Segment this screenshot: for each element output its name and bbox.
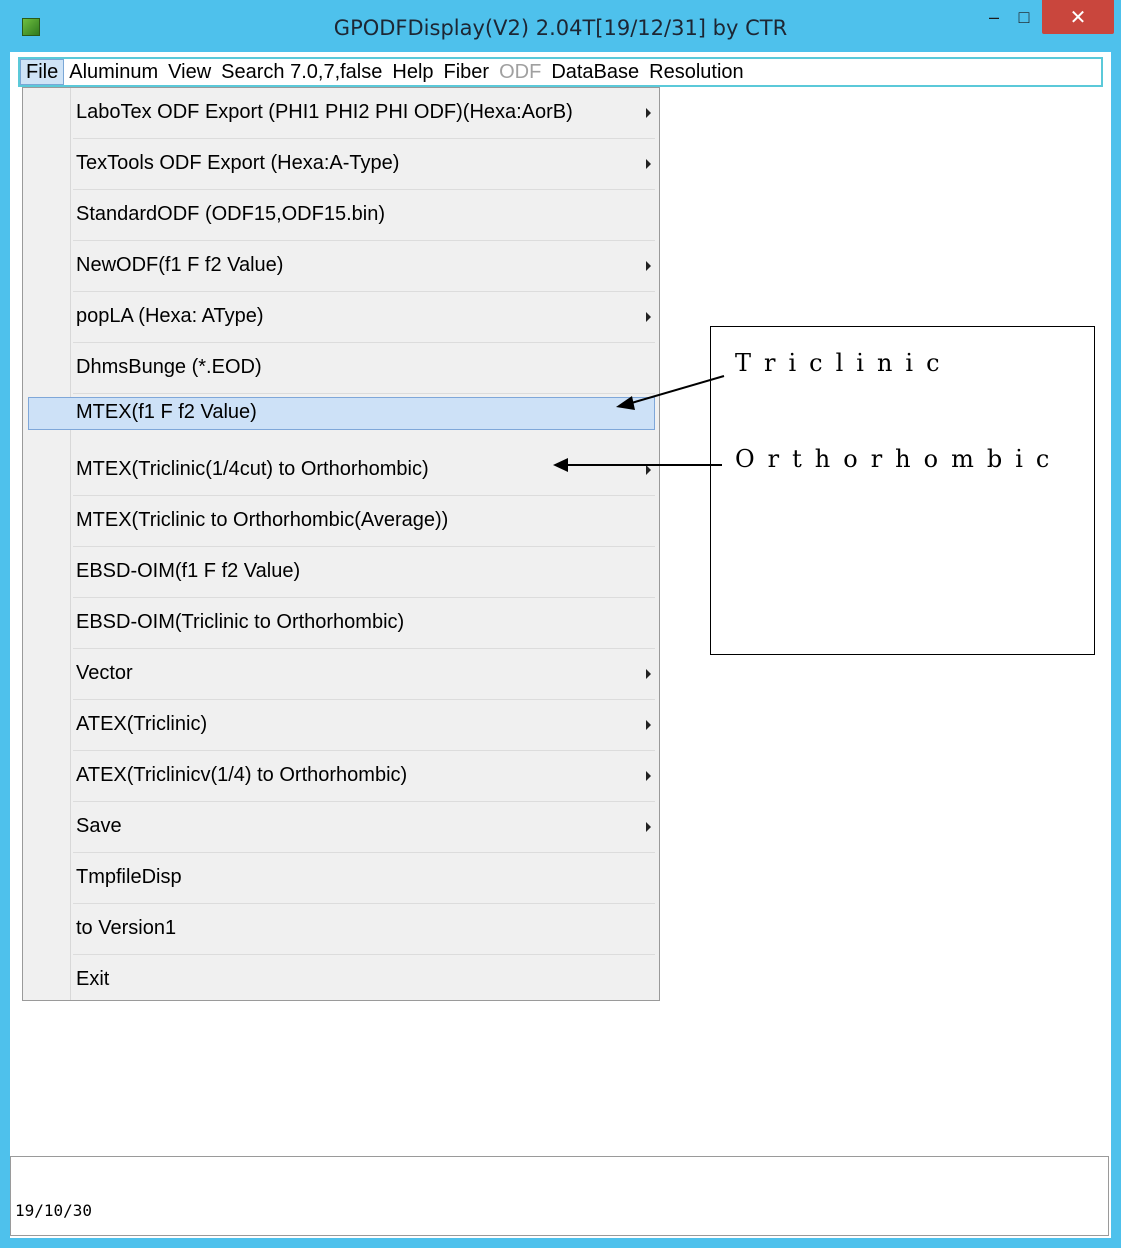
- menu-item-label: popLA (Hexa: AType): [76, 305, 264, 327]
- annotation-orthorhombic: Orthorhombic: [735, 445, 1063, 473]
- menu-item-label: EBSD-OIM(f1 F f2 Value): [76, 560, 301, 582]
- menu-item-label: Save: [76, 815, 122, 837]
- title-bar[interactable]: GPODFDisplay(V2) 2.04T[19/12/31] by CTR …: [0, 0, 1121, 52]
- menu-aluminum[interactable]: Aluminum: [64, 59, 163, 85]
- menu-item-label: MTEX(f1 F f2 Value): [76, 401, 257, 423]
- close-button[interactable]: ✕: [1042, 0, 1114, 34]
- submenu-arrow-icon: [646, 261, 651, 271]
- minimize-button[interactable]: ‒: [980, 0, 1008, 34]
- menu-item-label: Exit: [76, 968, 110, 990]
- menu-item-label: ATEX(Triclinic): [76, 713, 208, 735]
- menu-item-new-odf[interactable]: NewODF(f1 F f2 Value): [23, 241, 659, 292]
- menu-view[interactable]: View: [163, 59, 216, 85]
- menu-fiber[interactable]: Fiber: [439, 59, 495, 85]
- submenu-arrow-icon: [646, 669, 651, 679]
- menu-item-label: TexTools ODF Export (Hexa:A-Type): [76, 152, 400, 174]
- submenu-arrow-icon: [646, 771, 651, 781]
- menu-file[interactable]: File: [20, 59, 65, 85]
- menu-item-vector[interactable]: Vector: [23, 649, 659, 700]
- menu-item-label: ATEX(Triclinicv(1/4) to Orthorhombic): [76, 764, 408, 786]
- menu-item-tmpfiledisp[interactable]: TmpfileDisp: [23, 853, 659, 904]
- window-title: GPODFDisplay(V2) 2.04T[19/12/31] by CTR: [333, 16, 788, 40]
- menu-resolution[interactable]: Resolution: [644, 59, 749, 85]
- submenu-arrow-icon: [646, 312, 651, 322]
- menu-item-ebsd-oim-value[interactable]: EBSD-OIM(f1 F f2 Value): [23, 547, 659, 598]
- menu-item-label: TmpfileDisp: [76, 866, 182, 888]
- menu-item-label: EBSD-OIM(Triclinic to Orthorhombic): [76, 611, 405, 633]
- menu-item-dhmsbunge[interactable]: DhmsBunge (*.EOD): [23, 343, 659, 394]
- menu-item-atex-triclinic-quarter[interactable]: ATEX(Triclinicv(1/4) to Orthorhombic): [23, 751, 659, 802]
- annotation-triclinic: Triclinic: [735, 349, 953, 377]
- menu-item-label: MTEX(Triclinic to Orthorhombic(Average)): [76, 509, 449, 531]
- menu-item-label: DhmsBunge (*.EOD): [76, 356, 262, 378]
- menu-item-textools-export[interactable]: TexTools ODF Export (Hexa:A-Type): [23, 139, 659, 190]
- menu-item-mtex-triclinic-average[interactable]: MTEX(Triclinic to Orthorhombic(Average)): [23, 496, 659, 547]
- submenu-arrow-icon: [646, 465, 651, 475]
- menu-item-to-version1[interactable]: to Version1: [23, 904, 659, 955]
- menu-item-save[interactable]: Save: [23, 802, 659, 853]
- menu-item-exit[interactable]: Exit: [23, 955, 659, 1000]
- client-area: File Aluminum View Search 7.0,7,false He…: [10, 52, 1111, 1238]
- menu-item-ebsd-oim-triclinic[interactable]: EBSD-OIM(Triclinic to Orthorhombic): [23, 598, 659, 649]
- submenu-arrow-icon: [646, 159, 651, 169]
- menu-item-label: MTEX(Triclinic(1/4cut) to Orthorhombic): [76, 458, 429, 480]
- menu-bar: File Aluminum View Search 7.0,7,false He…: [18, 57, 1103, 87]
- menu-odf[interactable]: ODF: [494, 59, 546, 85]
- menu-item-label: StandardODF (ODF15,ODF15.bin): [76, 203, 385, 225]
- menu-item-mtex-triclinic-quarter[interactable]: MTEX(Triclinic(1/4cut) to Orthorhombic): [23, 445, 659, 496]
- menu-item-label: NewODF(f1 F f2 Value): [76, 254, 284, 276]
- menu-item-label: LaboTex ODF Export (PHI1 PHI2 PHI ODF)(H…: [76, 101, 573, 123]
- menu-item-standard-odf[interactable]: StandardODF (ODF15,ODF15.bin): [23, 190, 659, 241]
- maximize-button[interactable]: □: [1010, 0, 1038, 34]
- status-text: 19/10/30: [15, 1201, 93, 1220]
- file-dropdown-menu: LaboTex ODF Export (PHI1 PHI2 PHI ODF)(H…: [22, 87, 660, 1001]
- menu-item-mtex-value[interactable]: MTEX(f1 F f2 Value): [23, 394, 659, 445]
- submenu-arrow-icon: [646, 822, 651, 832]
- app-window: GPODFDisplay(V2) 2.04T[19/12/31] by CTR …: [0, 0, 1121, 1248]
- menu-item-label: to Version1: [76, 917, 177, 939]
- menu-item-label: Vector: [76, 662, 133, 684]
- menu-help[interactable]: Help: [387, 59, 438, 85]
- menu-search[interactable]: Search 7.0,7,false: [216, 59, 387, 85]
- status-bar: 19/10/30: [10, 1156, 1109, 1236]
- menu-database[interactable]: DataBase: [546, 59, 644, 85]
- menu-item-popla[interactable]: popLA (Hexa: AType): [23, 292, 659, 343]
- annotation-box: Triclinic Orthorhombic: [710, 326, 1095, 655]
- menu-item-labotex-export[interactable]: LaboTex ODF Export (PHI1 PHI2 PHI ODF)(H…: [23, 88, 659, 139]
- menu-item-atex-triclinic[interactable]: ATEX(Triclinic): [23, 700, 659, 751]
- submenu-arrow-icon: [646, 108, 651, 118]
- submenu-arrow-icon: [646, 720, 651, 730]
